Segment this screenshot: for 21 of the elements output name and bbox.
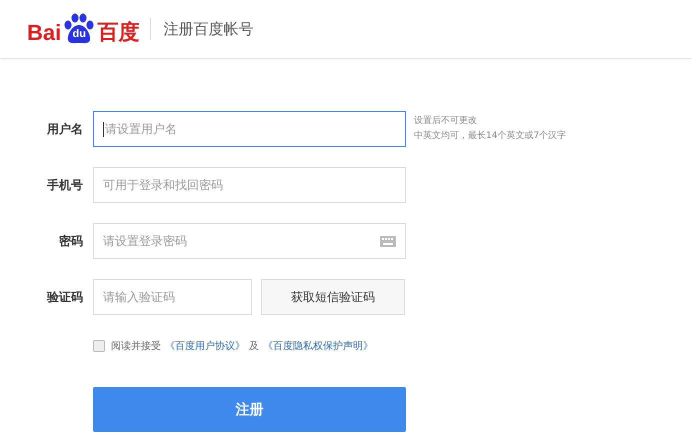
get-sms-code-button[interactable]: 获取短信验证码 (261, 279, 405, 315)
hint-text: 中英文均可，最长14个英文或7个汉字 (414, 130, 566, 143)
input-field[interactable]: 请设置登录密码 (93, 223, 406, 259)
input-field[interactable]: 可用于登录和找回密码 (93, 167, 406, 203)
field-label: 密码 (58, 232, 84, 250)
keyboard-icon[interactable] (380, 236, 396, 246)
field-label: 手机号 (46, 176, 84, 194)
register-button[interactable]: 注册 (93, 387, 406, 432)
logo-text: 百度 (97, 21, 140, 45)
joiner-text: 及 (249, 340, 259, 353)
agree-checkbox[interactable] (93, 340, 105, 352)
field-label: 用户名 (46, 120, 84, 138)
logo-text: Bai (27, 21, 62, 45)
input-field[interactable]: 请设置用户名 (93, 111, 406, 147)
agree-label: 阅读并接受 (111, 340, 161, 353)
hint-text: 设置后不可更改 (414, 114, 478, 128)
privacy-policy-link[interactable]: 《百度隐私权保护声明》 (263, 339, 373, 353)
input-field[interactable]: 请输入验证码 (93, 279, 252, 315)
page-title: 注册百度帐号 (163, 20, 254, 38)
field-label: 验证码 (46, 288, 84, 306)
user-agreement-link[interactable]: 《百度用户协议》 (165, 339, 245, 353)
